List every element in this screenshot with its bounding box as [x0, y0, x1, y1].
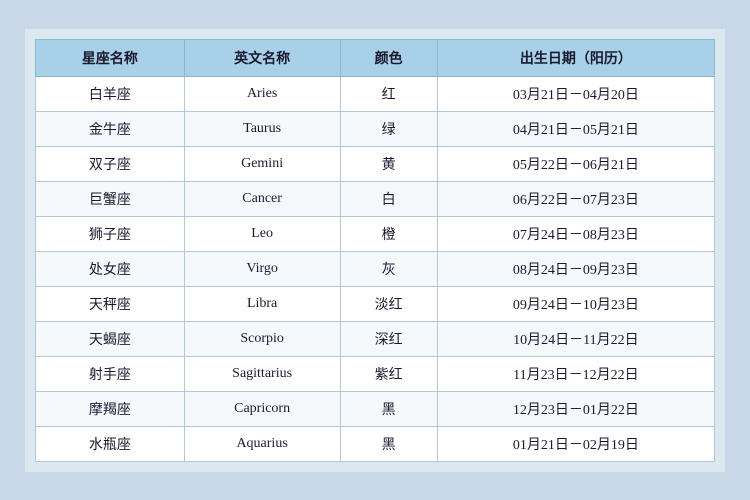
cell-english: Libra	[184, 286, 340, 321]
cell-color: 深红	[340, 321, 437, 356]
cell-date: 11月23日－12月22日	[437, 356, 714, 391]
cell-chinese: 白羊座	[36, 76, 185, 111]
cell-chinese: 水瓶座	[36, 426, 185, 461]
cell-english: Capricorn	[184, 391, 340, 426]
cell-chinese: 天秤座	[36, 286, 185, 321]
table-row: 狮子座Leo橙07月24日－08月23日	[36, 216, 715, 251]
cell-color: 淡红	[340, 286, 437, 321]
cell-chinese: 巨蟹座	[36, 181, 185, 216]
cell-date: 08月24日－09月23日	[437, 251, 714, 286]
cell-date: 07月24日－08月23日	[437, 216, 714, 251]
cell-color: 橙	[340, 216, 437, 251]
header-date: 出生日期（阳历）	[437, 39, 714, 76]
cell-english: Virgo	[184, 251, 340, 286]
cell-color: 白	[340, 181, 437, 216]
cell-english: Taurus	[184, 111, 340, 146]
cell-english: Gemini	[184, 146, 340, 181]
cell-date: 06月22日－07月23日	[437, 181, 714, 216]
cell-date: 05月22日－06月21日	[437, 146, 714, 181]
cell-color: 黑	[340, 391, 437, 426]
table-row: 水瓶座Aquarius黑01月21日－02月19日	[36, 426, 715, 461]
main-container: 星座名称 英文名称 颜色 出生日期（阳历） 白羊座Aries红03月21日－04…	[25, 29, 725, 472]
table-header-row: 星座名称 英文名称 颜色 出生日期（阳历）	[36, 39, 715, 76]
cell-english: Aries	[184, 76, 340, 111]
header-english-name: 英文名称	[184, 39, 340, 76]
cell-date: 04月21日－05月21日	[437, 111, 714, 146]
header-chinese-name: 星座名称	[36, 39, 185, 76]
zodiac-table: 星座名称 英文名称 颜色 出生日期（阳历） 白羊座Aries红03月21日－04…	[35, 39, 715, 462]
cell-chinese: 射手座	[36, 356, 185, 391]
cell-date: 12月23日－01月22日	[437, 391, 714, 426]
cell-color: 绿	[340, 111, 437, 146]
cell-english: Sagittarius	[184, 356, 340, 391]
cell-color: 灰	[340, 251, 437, 286]
cell-date: 03月21日－04月20日	[437, 76, 714, 111]
cell-english: Aquarius	[184, 426, 340, 461]
cell-color: 紫红	[340, 356, 437, 391]
table-row: 处女座Virgo灰08月24日－09月23日	[36, 251, 715, 286]
header-color: 颜色	[340, 39, 437, 76]
table-row: 射手座Sagittarius紫红11月23日－12月22日	[36, 356, 715, 391]
cell-chinese: 处女座	[36, 251, 185, 286]
table-row: 金牛座Taurus绿04月21日－05月21日	[36, 111, 715, 146]
table-row: 天秤座Libra淡红09月24日－10月23日	[36, 286, 715, 321]
table-row: 摩羯座Capricorn黑12月23日－01月22日	[36, 391, 715, 426]
cell-english: Cancer	[184, 181, 340, 216]
cell-color: 红	[340, 76, 437, 111]
cell-date: 01月21日－02月19日	[437, 426, 714, 461]
cell-date: 10月24日－11月22日	[437, 321, 714, 356]
cell-chinese: 狮子座	[36, 216, 185, 251]
cell-chinese: 金牛座	[36, 111, 185, 146]
table-row: 天蝎座Scorpio深红10月24日－11月22日	[36, 321, 715, 356]
cell-color: 黄	[340, 146, 437, 181]
cell-english: Leo	[184, 216, 340, 251]
cell-english: Scorpio	[184, 321, 340, 356]
cell-chinese: 天蝎座	[36, 321, 185, 356]
cell-date: 09月24日－10月23日	[437, 286, 714, 321]
cell-chinese: 双子座	[36, 146, 185, 181]
table-row: 巨蟹座Cancer白06月22日－07月23日	[36, 181, 715, 216]
cell-chinese: 摩羯座	[36, 391, 185, 426]
table-row: 双子座Gemini黄05月22日－06月21日	[36, 146, 715, 181]
table-row: 白羊座Aries红03月21日－04月20日	[36, 76, 715, 111]
cell-color: 黑	[340, 426, 437, 461]
